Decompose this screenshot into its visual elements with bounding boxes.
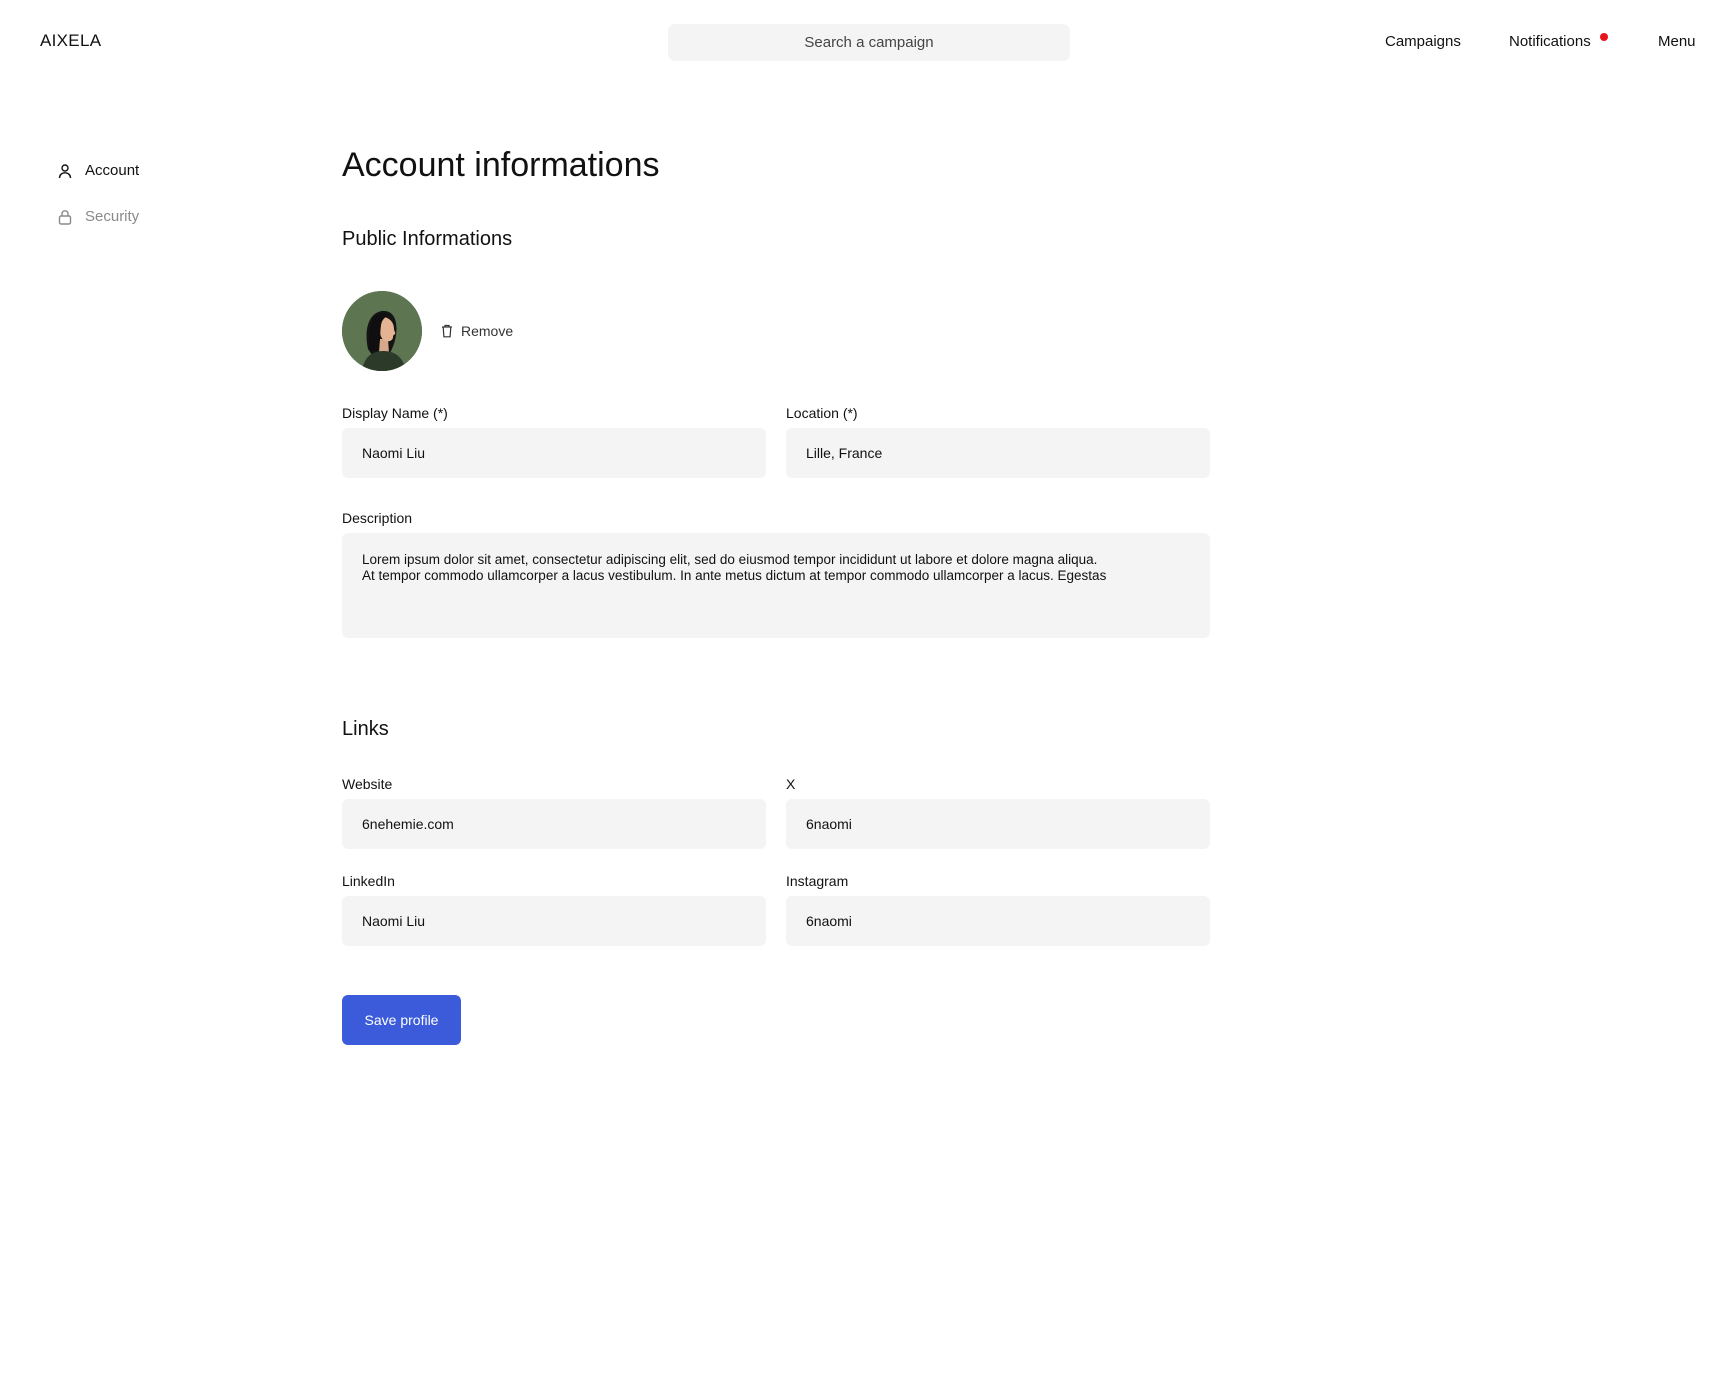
linkedin-field[interactable] <box>342 896 766 946</box>
nav-campaigns[interactable]: Campaigns <box>1385 33 1461 50</box>
linkedin-label: LinkedIn <box>342 873 395 889</box>
display-name-label: Display Name (*) <box>342 405 448 421</box>
description-field[interactable]: Lorem ipsum dolor sit amet, consectetur … <box>342 533 1210 638</box>
website-field[interactable] <box>342 799 766 849</box>
x-field-wrapper <box>786 799 1210 849</box>
description-field-wrapper: Lorem ipsum dolor sit amet, consectetur … <box>342 533 1210 638</box>
website-field-wrapper <box>342 799 766 849</box>
save-profile-button[interactable]: Save profile <box>342 995 461 1045</box>
linkedin-field-wrapper <box>342 896 766 946</box>
section-title-links: Links <box>342 718 389 740</box>
sidebar-item-label: Security <box>85 208 140 225</box>
instagram-field[interactable] <box>786 896 1210 946</box>
avatar[interactable] <box>342 291 422 371</box>
x-label: X <box>786 776 796 792</box>
search-input[interactable] <box>668 23 1070 62</box>
display-name-field[interactable] <box>342 428 766 478</box>
sidebar-item-account[interactable]: Account <box>58 162 139 179</box>
instagram-field-wrapper <box>786 896 1210 946</box>
nav-menu[interactable]: Menu <box>1658 33 1696 50</box>
lock-icon <box>58 209 72 225</box>
top-bar: AIXELA Campaigns Notifications Menu <box>0 0 1728 84</box>
sidebar-item-label: Account <box>85 162 140 179</box>
location-label: Location (*) <box>786 405 858 421</box>
remove-avatar-button[interactable]: Remove <box>441 323 513 339</box>
trash-icon <box>441 324 453 338</box>
display-name-field-wrapper <box>342 428 766 478</box>
location-field[interactable] <box>786 428 1210 478</box>
notification-badge <box>1600 33 1608 41</box>
search-bar[interactable] <box>668 23 1070 62</box>
description-label: Description <box>342 510 413 526</box>
website-label: Website <box>342 776 393 792</box>
avatar-portrait <box>342 291 422 371</box>
location-field-wrapper <box>786 428 1210 478</box>
remove-label: Remove <box>461 323 514 339</box>
app-logo[interactable]: AIXELA <box>40 31 101 51</box>
user-icon <box>58 163 72 179</box>
section-title-public-informations: Public Informations <box>342 228 513 250</box>
x-field[interactable] <box>786 799 1210 849</box>
page-title: Account informations <box>342 146 660 184</box>
nav-notifications[interactable]: Notifications <box>1509 33 1591 50</box>
instagram-label: Instagram <box>786 873 849 889</box>
sidebar-item-security[interactable]: Security <box>58 208 139 225</box>
